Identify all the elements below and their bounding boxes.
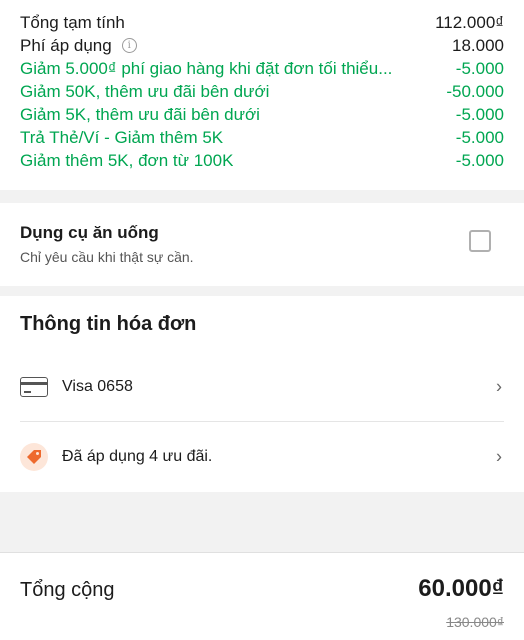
promotions-label: Đã áp dụng 4 ưu đãi. xyxy=(62,448,213,465)
promotions-row[interactable]: Đã áp dụng 4 ưu đãi. › xyxy=(20,422,504,492)
discount-label: Giảm 5K, thêm ưu đãi bên dưới xyxy=(20,104,260,124)
utensils-checkbox[interactable] xyxy=(469,230,491,252)
discount-value: -5.000 xyxy=(455,58,504,78)
discount-row: Giảm thêm 5K, đơn từ 100K -5.000 xyxy=(20,149,504,172)
subtotal-label: Tổng tạm tính xyxy=(20,12,125,32)
discount-value: -5.000 xyxy=(455,150,504,170)
discount-row: Giảm 5.000₫ phí giao hàng khi đặt đơn tố… xyxy=(20,57,504,80)
fee-label: Phí áp dụng xyxy=(20,35,112,55)
discount-value: -5.000 xyxy=(455,104,504,124)
discount-label: Trả Thẻ/Ví - Giảm thêm 5K xyxy=(20,127,224,147)
discount-row: Giảm 5K, thêm ưu đãi bên dưới -5.000 xyxy=(20,103,504,126)
price-summary: Tổng tạm tính 112.000₫ Phí áp dụng i 18.… xyxy=(0,0,524,190)
original-amount: 130.000₫ xyxy=(446,614,504,630)
utensils-section[interactable]: Dụng cụ ăn uống Chỉ yêu cầu khi thật sự … xyxy=(0,203,524,286)
subtotal-value: 112.000₫ xyxy=(435,12,504,32)
credit-card-icon xyxy=(20,376,48,397)
chevron-right-icon: › xyxy=(496,376,502,396)
info-icon[interactable]: i xyxy=(121,38,137,53)
invoice-section: Thông tin hóa đơn Visa 0658 › Đã áp dụng… xyxy=(0,296,524,492)
payment-method-label: Visa 0658 xyxy=(62,377,133,395)
fee-value: 18.000 xyxy=(452,35,504,55)
total-amount: 60.000₫ xyxy=(418,575,504,602)
fee-row: Phí áp dụng i 18.000 xyxy=(20,34,504,57)
chevron-right-icon: › xyxy=(496,446,502,467)
discount-row: Trả Thẻ/Ví - Giảm thêm 5K -5.000 xyxy=(20,126,504,149)
subtotal-row: Tổng tạm tính 112.000₫ xyxy=(20,11,504,34)
discount-label: Giảm thêm 5K, đơn từ 100K xyxy=(20,150,234,170)
utensils-title: Dụng cụ ăn uống xyxy=(20,223,159,242)
discount-value: -5.000 xyxy=(455,127,504,147)
discount-label: Giảm 5.000₫ phí giao hàng khi đặt đơn tố… xyxy=(20,58,393,78)
tag-icon xyxy=(20,443,48,471)
total-label: Tổng cộng xyxy=(20,579,115,601)
utensils-subtitle: Chỉ yêu cầu khi thật sự cần. xyxy=(20,249,194,265)
discount-row: Giảm 50K, thêm ưu đãi bên dưới -50.000 xyxy=(20,80,504,103)
discount-label: Giảm 50K, thêm ưu đãi bên dưới xyxy=(20,81,270,101)
total-bar: Tổng cộng 60.000₫ 130.000₫ xyxy=(0,552,524,640)
discount-value: -50.000 xyxy=(446,81,504,101)
payment-method-row[interactable]: Visa 0658 › xyxy=(20,352,504,422)
invoice-heading: Thông tin hóa đơn xyxy=(20,313,197,335)
